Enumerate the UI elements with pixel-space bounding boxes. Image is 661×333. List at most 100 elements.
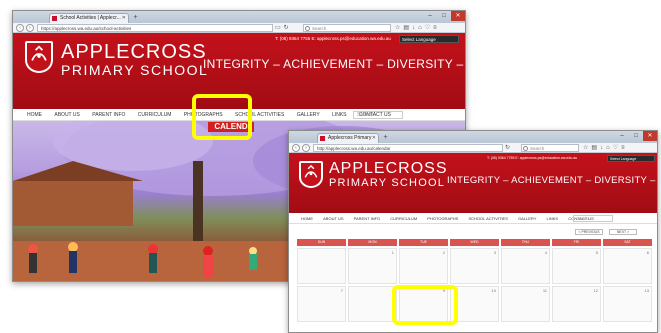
- calendar-day-number: 11: [542, 288, 547, 293]
- menu-item-about-us[interactable]: ABOUT US: [323, 213, 343, 224]
- calendar-day-cell[interactable]: 7: [297, 286, 346, 322]
- calendar-day-number: 12: [593, 288, 598, 293]
- menu-item-about-us[interactable]: ABOUT US: [54, 109, 79, 121]
- school-crest-logo[interactable]: [25, 41, 53, 73]
- back-icon[interactable]: ‹: [292, 144, 300, 152]
- calendar-day-number: 6: [646, 250, 649, 255]
- calendar-day-cell[interactable]: 2: [399, 248, 448, 284]
- menu-item-gallery[interactable]: GALLERY: [518, 213, 536, 224]
- school-motto: INTEGRITY – ACHIEVEMENT – DIVERSITY – GR…: [203, 57, 465, 71]
- back-icon[interactable]: ‹: [16, 24, 24, 32]
- bookmarks-icon[interactable]: ▤: [403, 25, 412, 31]
- calendar-day-cell[interactable]: 5: [552, 248, 601, 284]
- main-menu-2: HOME ABOUT US PARENT INFO CURRICULUM PHO…: [289, 213, 657, 224]
- reader-icon[interactable]: ▭: [275, 25, 284, 31]
- browser-window-calendar: Applecross Primary ✕ + – □ ✕ ‹ › http://…: [288, 130, 658, 333]
- browser-tab-school-activities[interactable]: School Activities | Applecr... ✕: [49, 13, 129, 23]
- navigation-bar: ‹ › https://applecross.wa.edu.au/school-…: [13, 23, 465, 33]
- school-name-line2: PRIMARY SCHOOL: [329, 177, 446, 189]
- calendar-day-header: FRI: [552, 239, 601, 246]
- menu-item-links[interactable]: LINKS: [547, 213, 559, 224]
- pocket-icon[interactable]: ♡: [613, 145, 621, 151]
- new-tab-icon[interactable]: +: [131, 14, 140, 22]
- calendar-day-header: WED: [450, 239, 499, 246]
- menu-item-gallery[interactable]: GALLERY: [297, 109, 320, 121]
- menu-item-home[interactable]: HOME: [27, 109, 42, 121]
- calendar-day-number: 1: [391, 250, 394, 255]
- bookmarks-icon[interactable]: ▤: [591, 145, 600, 151]
- menu-item-links[interactable]: LINKS: [332, 109, 346, 121]
- next-month-button[interactable]: NEXT >: [609, 229, 637, 235]
- minimize-button[interactable]: –: [423, 11, 437, 21]
- site-search-input[interactable]: Search: [353, 111, 403, 119]
- search-icon: [305, 26, 310, 31]
- calendar-day-header: THU: [501, 239, 550, 246]
- new-tab-icon[interactable]: +: [381, 134, 390, 142]
- highlight-box-event: [392, 285, 458, 325]
- forward-icon[interactable]: ›: [26, 24, 34, 32]
- tab-bar-2: Applecross Primary ✕ + – □ ✕: [289, 131, 657, 143]
- language-select[interactable]: Select Language: [607, 155, 655, 162]
- menu-item-school-activities[interactable]: SCHOOL ACTIVITIES: [468, 213, 507, 224]
- close-window-button[interactable]: ✕: [451, 11, 465, 21]
- menu-item-parent-info[interactable]: PARENT INFO: [354, 213, 381, 224]
- language-select[interactable]: Select Language: [399, 35, 459, 43]
- calendar-day-cell[interactable]: 4: [501, 248, 550, 284]
- browser-tab-applecross-primary[interactable]: Applecross Primary ✕: [317, 133, 379, 143]
- menu-item-parent-info[interactable]: PARENT INFO: [92, 109, 125, 121]
- calendar-day-number: 13: [644, 288, 649, 293]
- contact-info: T: (08) 9364 7755 E: applecross.ps@educa…: [487, 156, 578, 160]
- menu-item-curriculum[interactable]: CURRICULUM: [138, 109, 172, 121]
- calendar-day-cell[interactable]: 11: [501, 286, 550, 322]
- tab-bar: School Activities | Applecr... ✕ + – □ ✕: [13, 11, 465, 23]
- calendar-day-cell[interactable]: 13: [603, 286, 652, 322]
- calendar-day-cell[interactable]: 3: [450, 248, 499, 284]
- calendar-day-number: 10: [491, 288, 496, 293]
- calendar-day-number: 4: [544, 250, 547, 255]
- menu-item-curriculum[interactable]: CURRICULUM: [390, 213, 417, 224]
- menu-icon[interactable]: ≡: [621, 145, 628, 151]
- school-favicon-icon: [320, 136, 325, 141]
- toolbar-icons: ☆▤↓⌂♡≡: [583, 143, 628, 153]
- calendar-day-cell[interactable]: [297, 248, 346, 284]
- refresh-icon[interactable]: ↻: [284, 25, 292, 31]
- school-name-line2: PRIMARY SCHOOL: [61, 62, 209, 78]
- school-crest-logo[interactable]: [299, 161, 323, 188]
- highlight-box-menu: [192, 94, 252, 140]
- calendar-day-cell[interactable]: 6: [603, 248, 652, 284]
- address-bar[interactable]: http://applecross.wa.edu.au/calendar: [313, 144, 503, 152]
- calendar-day-header: TUE: [399, 239, 448, 246]
- calendar-day-cell[interactable]: 1: [348, 248, 397, 284]
- contact-info: T: (08) 9364 7755 E: applecross.ps@educa…: [275, 36, 391, 41]
- tab-title: School Activities | Applecr...: [60, 15, 121, 21]
- calendar-day-cell[interactable]: 8: [348, 286, 397, 322]
- site-header-2: APPLECROSS PRIMARY SCHOOL T: (08) 9364 7…: [289, 153, 657, 213]
- toolbar-icons: ☆▤↓⌂♡≡: [395, 23, 440, 33]
- maximize-button[interactable]: □: [437, 11, 451, 21]
- search-icon: [523, 146, 528, 151]
- address-bar-icons: ↻: [505, 143, 513, 153]
- minimize-button[interactable]: –: [615, 131, 629, 141]
- forward-icon[interactable]: ›: [302, 144, 310, 152]
- close-tab-icon[interactable]: ✕: [372, 134, 376, 143]
- home-icon[interactable]: ⌂: [418, 25, 425, 31]
- menu-icon[interactable]: ≡: [433, 25, 440, 31]
- site-search-input[interactable]: Search: [573, 215, 613, 222]
- previous-month-button[interactable]: < PREVIOUS: [575, 229, 603, 235]
- calendar-day-number: 2: [442, 250, 445, 255]
- calendar-day-header: SUN: [297, 239, 346, 246]
- search-input[interactable]: Search: [303, 24, 391, 32]
- school-name-line1: APPLECROSS: [329, 160, 448, 177]
- close-tab-icon[interactable]: ✕: [122, 14, 126, 23]
- calendar-day-number: 7: [340, 288, 343, 293]
- calendar-day-cell[interactable]: 12: [552, 286, 601, 322]
- menu-item-photographs[interactable]: PHOTOGRAPHS: [427, 213, 458, 224]
- menu-item-home[interactable]: HOME: [301, 213, 313, 224]
- refresh-icon[interactable]: ↻: [505, 145, 513, 151]
- home-icon[interactable]: ⌂: [606, 145, 613, 151]
- maximize-button[interactable]: □: [629, 131, 643, 141]
- address-bar[interactable]: https://applecross.wa.edu.au/school-acti…: [37, 24, 273, 32]
- search-input[interactable]: Search: [521, 144, 579, 152]
- close-window-button[interactable]: ✕: [643, 131, 657, 141]
- pocket-icon[interactable]: ♡: [425, 25, 433, 31]
